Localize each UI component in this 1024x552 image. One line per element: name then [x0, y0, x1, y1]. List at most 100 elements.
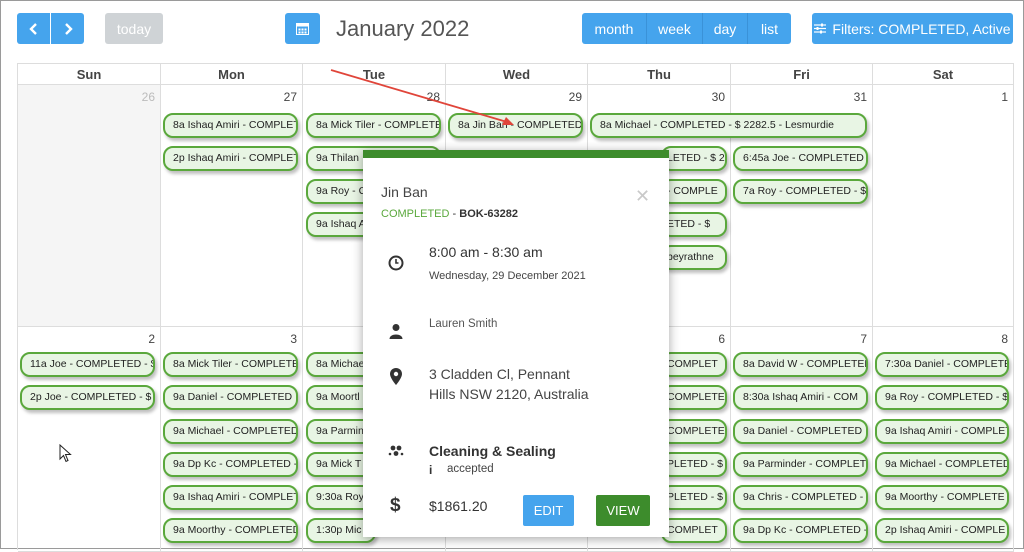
- clock-icon: [387, 254, 405, 272]
- calendar-event[interactable]: 2p Ishaq Amiri - COMPLETED: [163, 146, 298, 171]
- day-number: 26: [141, 90, 155, 104]
- sliders-icon: [814, 23, 827, 34]
- calendar-event[interactable]: PLETED - $: [661, 485, 727, 510]
- day-number: 28: [426, 90, 440, 104]
- weekday-header-wed: Wed: [446, 64, 588, 85]
- popover-service-status: accepted: [447, 463, 494, 475]
- calendar-event[interactable]: COMPLETE: [661, 419, 727, 444]
- view-week-button[interactable]: week: [647, 13, 703, 44]
- popover-client-name: Jin Ban: [381, 184, 428, 200]
- calendar-event[interactable]: COMPLET: [661, 518, 727, 543]
- calendar-event[interactable]: PLETED - $: [661, 452, 727, 477]
- calendar-event[interactable]: 9a Michael - COMPLETED: [163, 419, 298, 444]
- weekday-header-mon: Mon: [161, 64, 303, 85]
- next-button[interactable]: [51, 13, 84, 44]
- calendar-event[interactable]: 8a Mick Tiler - COMPLETED: [163, 352, 298, 377]
- calendar-event[interactable]: 9a Ishaq Amiri - COMPLETE: [875, 419, 1009, 444]
- calendar-event[interactable]: 8a David W - COMPLETED: [733, 352, 868, 377]
- day-number: 27: [283, 90, 297, 104]
- weekday-header-sat: Sat: [873, 64, 1014, 85]
- day-number: 6: [718, 332, 725, 346]
- status-separator: -: [449, 208, 460, 220]
- app-frame: today January 2022 month week day list F…: [0, 0, 1024, 552]
- popover-status-line: COMPLETED - BOK-63282: [381, 208, 518, 220]
- weekday-header-fri: Fri: [731, 64, 873, 85]
- view-button[interactable]: VIEW: [596, 495, 650, 526]
- user-icon: [387, 322, 405, 340]
- calendar-event[interactable]: COMPLETED: [661, 385, 727, 410]
- prev-button[interactable]: [17, 13, 50, 44]
- chevron-left-icon: [28, 22, 37, 35]
- calendar-event[interactable]: beyrathne: [661, 245, 727, 270]
- calendar-event[interactable]: 9a Parminder - COMPLETED: [733, 452, 868, 477]
- calendar-event[interactable]: 8a Michael - COMPLETED - $ 2282.5 - Lesm…: [590, 113, 867, 138]
- calendar-event[interactable]: ETED - $: [661, 212, 727, 237]
- svg-text:$: $: [390, 495, 401, 515]
- view-month-button[interactable]: month: [582, 13, 647, 44]
- view-day-button[interactable]: day: [703, 13, 748, 44]
- calendar-event[interactable]: 11a Joe - COMPLETED - $: [20, 352, 155, 377]
- view-list-button[interactable]: list: [748, 13, 791, 44]
- day-number: 31: [853, 90, 867, 104]
- calendar-title: January 2022: [336, 16, 470, 41]
- day-number: 3: [290, 332, 297, 346]
- calendar-event[interactable]: 9a Michael - COMPLETED: [875, 452, 1009, 477]
- popover-date: Wednesday, 29 December 2021: [429, 270, 586, 282]
- day-number: 30: [711, 90, 725, 104]
- calendar-event[interactable]: 8a Mick Tiler - COMPLETED: [306, 113, 441, 138]
- weekday-header-thu: Thu: [588, 64, 731, 85]
- day-number: 2: [148, 332, 155, 346]
- dollar-icon: $: [387, 495, 405, 515]
- calendar-event[interactable]: 9a Chris - COMPLETED -: [733, 485, 868, 510]
- popover-staff: Lauren Smith: [429, 318, 498, 330]
- popover-price: $1861.20: [429, 498, 488, 514]
- info-icon: i: [429, 463, 433, 477]
- calendar-event[interactable]: 2p Ishaq Amiri - COMPLE: [875, 518, 1009, 543]
- calendar-event[interactable]: 9a Moorthy - COMPLETE: [875, 485, 1009, 510]
- filters-button[interactable]: Filters: COMPLETED, Active: [812, 13, 1013, 44]
- calendar-icon: [296, 23, 309, 35]
- status-badge: COMPLETED: [381, 208, 450, 220]
- calendar-picker-button[interactable]: [285, 13, 320, 44]
- booking-reference: BOK-63282: [459, 208, 518, 220]
- calendar-event[interactable]: 7:30a Daniel - COMPLETED: [875, 352, 1009, 377]
- day-cell[interactable]: 1: [873, 85, 1014, 327]
- popover-service: Cleaning & Sealing: [429, 443, 556, 459]
- popover-time: 8:00 am - 8:30 am: [429, 244, 543, 260]
- calendar-event[interactable]: 8a Jin Ban - COMPLETED: [448, 113, 583, 138]
- weekday-header-tue: Tue: [303, 64, 446, 85]
- map-pin-icon: [387, 367, 405, 385]
- calendar-event[interactable]: LETED - $ 2: [661, 146, 727, 171]
- close-icon[interactable]: ✕: [635, 186, 650, 207]
- day-number: 8: [1001, 332, 1008, 346]
- calendar-event[interactable]: 9a Ishaq Amiri - COMPLETED: [163, 485, 298, 510]
- calendar-event[interactable]: 8:30a Ishaq Amiri - COM: [733, 385, 868, 410]
- today-button[interactable]: today: [105, 13, 163, 44]
- day-number: 1: [1001, 90, 1008, 104]
- view-switcher: month week day list: [582, 13, 791, 44]
- chevron-right-icon: [64, 22, 73, 35]
- event-popover: Jin Ban ✕ COMPLETED - BOK-63282 8:00 am …: [363, 150, 669, 537]
- calendar-event[interactable]: 9a Daniel - COMPLETED: [733, 419, 868, 444]
- calendar-event[interactable]: 7a Roy - COMPLETED - $: [733, 179, 868, 204]
- calendar-event[interactable]: 9a Dp Kc - COMPLETED -: [163, 452, 298, 477]
- filters-label: Filters: COMPLETED, Active: [832, 20, 1011, 37]
- calendar-event[interactable]: - COMPLE: [661, 179, 727, 204]
- weekday-header-sun: Sun: [18, 64, 161, 85]
- mouse-pointer-icon: [59, 444, 72, 463]
- day-cell[interactable]: 26: [18, 85, 161, 327]
- day-number: 29: [568, 90, 582, 104]
- calendar-event[interactable]: 9a Roy - COMPLETED - $: [875, 385, 1009, 410]
- calendar-event[interactable]: 9a Daniel - COMPLETED: [163, 385, 298, 410]
- sparkle-icon: [387, 442, 405, 460]
- calendar-event[interactable]: COMPLET: [661, 352, 727, 377]
- day-number: 7: [860, 332, 867, 346]
- calendar-event[interactable]: 2p Joe - COMPLETED - $: [20, 385, 155, 410]
- calendar-event[interactable]: 9a Dp Kc - COMPLETED -: [733, 518, 868, 543]
- edit-button[interactable]: EDIT: [523, 495, 574, 526]
- calendar-toolbar: today January 2022 month week day list F…: [1, 1, 1024, 57]
- calendar-event[interactable]: 8a Ishaq Amiri - COMPLETED: [163, 113, 298, 138]
- calendar-event[interactable]: 6:45a Joe - COMPLETED - $: [733, 146, 868, 171]
- calendar-event[interactable]: 9a Moorthy - COMPLETED: [163, 518, 298, 543]
- popover-address: 3 Cladden Cl, Pennant Hills NSW 2120, Au…: [429, 366, 589, 402]
